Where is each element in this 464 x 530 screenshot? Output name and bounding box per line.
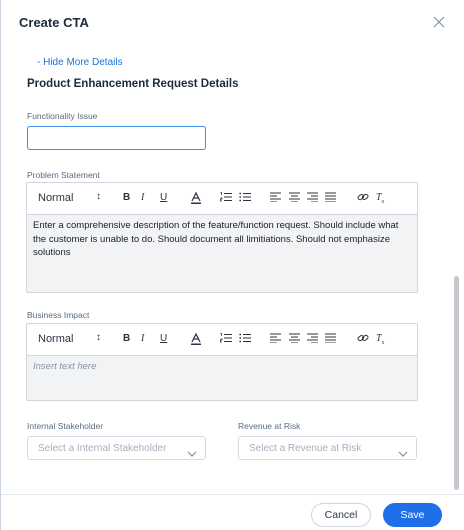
text-color-icon[interactable] bbox=[191, 192, 201, 204]
clear-format-icon[interactable]: Tx bbox=[376, 333, 384, 346]
scrollbar[interactable] bbox=[453, 44, 460, 494]
business-impact-placeholder: Insert text here bbox=[33, 361, 97, 372]
editor-toolbar: Normal ↕ B I U Tx bbox=[27, 183, 417, 215]
format-caret-icon[interactable]: ↕ bbox=[96, 332, 101, 343]
problem-statement-editor: Normal ↕ B I U Tx Enter a comprehensive … bbox=[26, 182, 418, 293]
underline-icon[interactable]: U bbox=[160, 333, 167, 344]
close-icon[interactable] bbox=[433, 16, 445, 28]
business-impact-editor: Normal ↕ B I U Tx Insert text here bbox=[26, 323, 418, 401]
dialog-title: Create CTA bbox=[19, 15, 89, 30]
align-justify-icon[interactable] bbox=[325, 192, 336, 202]
clear-format-icon[interactable]: Tx bbox=[376, 192, 384, 205]
link-icon[interactable] bbox=[357, 192, 369, 202]
bold-icon[interactable]: B bbox=[123, 192, 130, 203]
bullet-list-icon[interactable] bbox=[239, 192, 251, 202]
format-select[interactable]: Normal bbox=[38, 192, 73, 204]
revenue-at-risk-select[interactable]: Select a Revenue at Risk bbox=[238, 436, 417, 460]
align-left-icon[interactable] bbox=[270, 333, 281, 343]
align-left-icon[interactable] bbox=[270, 192, 281, 202]
ordered-list-icon[interactable] bbox=[220, 192, 232, 202]
link-icon[interactable] bbox=[357, 333, 369, 343]
revenue-at-risk-label: Revenue at Risk bbox=[238, 421, 301, 431]
create-cta-dialog: Create CTA - Hide More Details Product E… bbox=[0, 0, 464, 530]
chevron-down-icon bbox=[398, 445, 408, 463]
problem-statement-content[interactable]: Enter a comprehensive description of the… bbox=[27, 215, 417, 292]
dialog-body: - Hide More Details Product Enhancement … bbox=[1, 44, 453, 494]
functionality-issue-label: Functionality Issue bbox=[27, 111, 98, 121]
internal-stakeholder-label: Internal Stakeholder bbox=[27, 421, 104, 431]
align-center-icon[interactable] bbox=[289, 333, 300, 343]
hide-details-link[interactable]: - Hide More Details bbox=[37, 57, 123, 68]
dialog-header: Create CTA bbox=[1, 0, 464, 44]
internal-stakeholder-select[interactable]: Select a Internal Stakeholder bbox=[27, 436, 206, 460]
business-impact-content[interactable]: Insert text here bbox=[27, 356, 417, 400]
align-right-icon[interactable] bbox=[307, 333, 318, 343]
align-right-icon[interactable] bbox=[307, 192, 318, 202]
align-center-icon[interactable] bbox=[289, 192, 300, 202]
editor-toolbar: Normal ↕ B I U Tx bbox=[27, 324, 417, 356]
format-select[interactable]: Normal bbox=[38, 333, 73, 345]
cancel-button[interactable]: Cancel bbox=[311, 503, 371, 527]
save-button[interactable]: Save bbox=[383, 503, 442, 527]
scrollbar-thumb[interactable] bbox=[454, 276, 459, 490]
problem-statement-label: Problem Statement bbox=[27, 170, 100, 180]
functionality-issue-input[interactable] bbox=[27, 126, 206, 150]
align-justify-icon[interactable] bbox=[325, 333, 336, 343]
internal-stakeholder-placeholder: Select a Internal Stakeholder bbox=[38, 443, 167, 454]
bullet-list-icon[interactable] bbox=[239, 333, 251, 343]
section-title: Product Enhancement Request Details bbox=[27, 78, 239, 90]
format-caret-icon[interactable]: ↕ bbox=[96, 191, 101, 202]
italic-icon[interactable]: I bbox=[141, 192, 144, 203]
underline-icon[interactable]: U bbox=[160, 192, 167, 203]
italic-icon[interactable]: I bbox=[141, 333, 144, 344]
dialog-footer: Cancel Save bbox=[1, 494, 464, 530]
bold-icon[interactable]: B bbox=[123, 333, 130, 344]
business-impact-label: Business Impact bbox=[27, 310, 90, 320]
revenue-at-risk-placeholder: Select a Revenue at Risk bbox=[249, 443, 362, 454]
text-color-icon[interactable] bbox=[191, 333, 201, 345]
chevron-down-icon bbox=[187, 445, 197, 463]
ordered-list-icon[interactable] bbox=[220, 333, 232, 343]
